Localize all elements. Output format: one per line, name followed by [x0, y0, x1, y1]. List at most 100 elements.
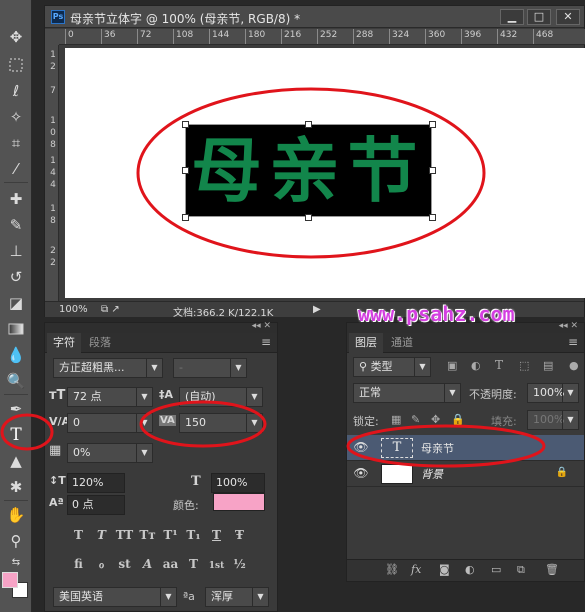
dodge-tool-icon[interactable]: 🔍 — [4, 370, 28, 392]
collapse-icon[interactable]: ◂◂ ✕ — [559, 321, 578, 331]
link-icon[interactable]: ⛓ — [385, 563, 399, 576]
status-info-icon[interactable]: ⧉ ↗ — [101, 304, 120, 315]
layer-filter-select[interactable]: ⚲ 类型 ▼ — [353, 357, 431, 377]
fx-icon[interactable]: fx — [411, 563, 421, 576]
swap-colors-icon[interactable]: ⇆ — [4, 552, 28, 574]
maximize-button[interactable]: □ — [527, 9, 551, 25]
ordinals-button[interactable]: 1st — [205, 561, 228, 571]
contextual-alternates-button[interactable]: ℴ — [90, 557, 113, 571]
transform-handle[interactable] — [429, 167, 436, 174]
pen-tool-icon[interactable]: ✒ — [4, 398, 28, 420]
ligature-button[interactable]: fi — [67, 557, 90, 571]
transform-handle[interactable] — [429, 214, 436, 221]
type-tool-icon[interactable]: T — [4, 424, 28, 446]
small-caps-button[interactable]: Tт — [136, 528, 159, 542]
history-brush-tool-icon[interactable]: ↺ — [4, 266, 28, 288]
fractions-button[interactable]: ½ — [228, 557, 251, 571]
subscript-button[interactable]: T₁ — [182, 528, 205, 542]
new-layer-icon[interactable]: ⧉ — [517, 563, 525, 577]
crop-tool-icon[interactable]: ⌗ — [4, 132, 28, 154]
titling-alternates-button[interactable]: T — [182, 557, 205, 571]
eyedropper-tool-icon[interactable]: ⁄ — [4, 158, 28, 180]
status-menu-arrow-icon[interactable]: ▶ — [313, 304, 321, 315]
tab-channels[interactable]: 通道 — [385, 333, 419, 353]
faux-bold-button[interactable]: T — [67, 528, 90, 542]
text-layer-bounding-box[interactable]: 母亲节 — [185, 124, 432, 217]
lock-position-icon[interactable]: ✥ — [431, 413, 440, 426]
text-color-swatch[interactable] — [213, 493, 265, 511]
brush-tool-icon[interactable]: ✎ — [4, 214, 28, 236]
leading-select[interactable]: (自动) ▼ — [179, 387, 263, 407]
move-tool-icon[interactable]: ✥ — [4, 26, 28, 48]
mask-icon[interactable]: ◙ — [439, 563, 450, 576]
tab-character[interactable]: 字符 — [47, 333, 81, 353]
filter-toggle-icon[interactable]: ● — [569, 359, 579, 372]
magic-wand-tool-icon[interactable]: ✧ — [4, 106, 28, 128]
canvas[interactable]: 母亲节 — [65, 48, 585, 298]
all-caps-button[interactable]: TT — [113, 528, 136, 542]
font-style-select[interactable]: - ▼ — [173, 358, 247, 378]
filter-type-icon[interactable]: T — [495, 358, 503, 372]
font-family-select[interactable]: 方正超粗黑... ▼ — [53, 358, 163, 378]
filter-adjustment-icon[interactable]: ◐ — [471, 359, 481, 372]
transform-handle[interactable] — [182, 214, 189, 221]
filter-smart-object-icon[interactable]: ▤ — [543, 359, 553, 372]
language-select[interactable]: 美国英语 ▼ — [53, 587, 177, 607]
marquee-tool-icon[interactable] — [4, 54, 28, 76]
swash-button[interactable]: A — [136, 557, 159, 571]
zoom-tool-icon[interactable]: ⚲ — [4, 530, 28, 552]
faux-italic-button[interactable]: T — [90, 528, 113, 542]
gradient-tool-icon[interactable] — [4, 318, 28, 340]
tracking-select[interactable]: 150 ▼ — [179, 413, 263, 433]
baseline-shift-field[interactable]: 0 点 — [67, 495, 125, 515]
font-size-select[interactable]: 72 点 ▼ — [67, 387, 153, 407]
minimize-button[interactable]: ▁ — [500, 9, 524, 25]
lasso-tool-icon[interactable]: ℓ — [4, 80, 28, 102]
blend-mode-select[interactable]: 正常 ▼ — [353, 383, 461, 403]
collapse-icon[interactable]: ◂◂ ✕ — [252, 321, 271, 331]
lock-transparency-icon[interactable]: ▦ — [391, 413, 401, 426]
eraser-tool-icon[interactable]: ◪ — [4, 292, 28, 314]
layer-row-text[interactable]: 👁 T 母亲节 — [347, 435, 584, 461]
panel-menu-icon[interactable]: ≡ — [568, 335, 578, 349]
panel-menu-icon[interactable]: ≡ — [261, 335, 271, 349]
antialias-select[interactable]: 浑厚 ▼ — [205, 587, 269, 607]
lock-all-icon[interactable]: 🔒 — [451, 413, 465, 426]
filter-pixel-icon[interactable]: ▣ — [447, 359, 457, 372]
trash-icon[interactable]: 🗑 — [545, 563, 559, 576]
transform-handle[interactable] — [182, 167, 189, 174]
visibility-eye-icon[interactable]: 👁 — [353, 440, 369, 454]
fill-select[interactable]: 100% ▼ — [527, 410, 579, 430]
transform-handle[interactable] — [429, 121, 436, 128]
lock-pixels-icon[interactable]: ✎ — [411, 413, 420, 426]
proportional-spacing-select[interactable]: 0% ▼ — [67, 443, 153, 463]
layer-row-background[interactable]: 👁 背景 🔒 — [347, 461, 584, 487]
foreground-color-swatch[interactable] — [2, 572, 18, 588]
adjustment-icon[interactable]: ◐ — [465, 563, 475, 576]
healing-brush-tool-icon[interactable]: ✚ — [4, 188, 28, 210]
transform-handle[interactable] — [305, 214, 312, 221]
vertical-scale-field[interactable]: 120% — [67, 473, 125, 493]
filter-shape-icon[interactable]: ⬚ — [519, 359, 529, 372]
blur-tool-icon[interactable]: 💧 — [4, 344, 28, 366]
zoom-level[interactable]: 100% — [59, 304, 88, 315]
hand-tool-icon[interactable]: ✋ — [4, 504, 28, 526]
clone-stamp-tool-icon[interactable]: ⊥ — [4, 240, 28, 262]
visibility-eye-icon[interactable]: 👁 — [353, 466, 369, 480]
path-selection-tool-icon[interactable]: ▲ — [4, 450, 28, 472]
folder-icon[interactable]: ▭ — [491, 563, 501, 576]
superscript-button[interactable]: T¹ — [159, 528, 182, 542]
tab-paragraph[interactable]: 段落 — [83, 333, 117, 353]
stylistic-alternates-button[interactable]: aa — [159, 557, 182, 571]
discretionary-ligature-button[interactable]: st — [113, 557, 136, 571]
custom-shape-tool-icon[interactable]: ✱ — [4, 476, 28, 498]
transform-handle[interactable] — [305, 121, 312, 128]
tab-layers[interactable]: 图层 — [349, 333, 383, 353]
strikethrough-button[interactable]: Ŧ — [228, 528, 251, 542]
horizontal-scale-field[interactable]: 100% — [211, 473, 265, 493]
underline-button[interactable]: T — [205, 528, 228, 542]
close-button[interactable]: ✕ — [556, 9, 580, 25]
opacity-select[interactable]: 100% ▼ — [527, 383, 579, 403]
transform-handle[interactable] — [182, 121, 189, 128]
kerning-select[interactable]: 0 ▼ — [67, 413, 153, 433]
